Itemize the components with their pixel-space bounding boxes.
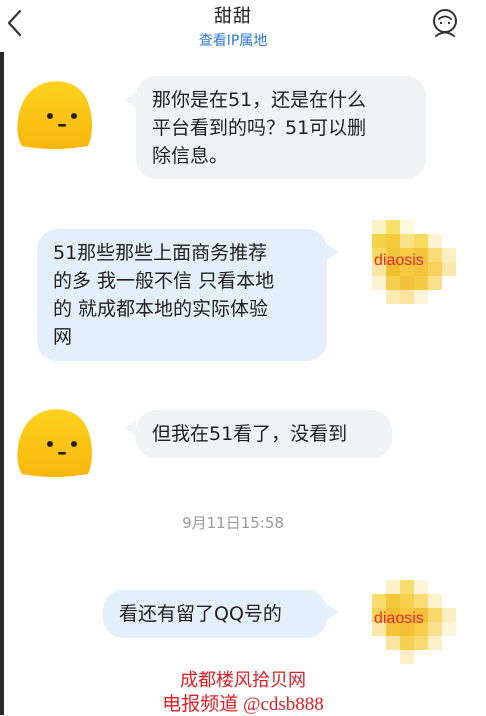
contact-name[interactable]: 甜甜 [0,2,466,28]
self-avatar-pixelated[interactable]: diaosis [372,580,456,664]
message-line: 看还有留了QQ号的 [119,603,282,625]
view-ip-location-link[interactable]: 查看IP属地 [0,30,466,50]
bubble-tail [327,244,339,260]
message-bubble-incoming[interactable]: 那你是在51，还是在什么 平台看到的吗？51可以删 除信息。 [136,76,426,179]
bubble-tail [124,92,136,108]
message-bubble-outgoing[interactable]: 看还有留了QQ号的 [103,590,327,638]
contact-avatar[interactable] [12,76,96,156]
self-avatar-pixelated[interactable]: diaosis [372,220,456,304]
bubble-tail [124,420,136,436]
chat-header: 甜甜 查看IP属地 [0,0,486,52]
message-line: 的多 我一般不信 只看本地 [53,270,275,292]
self-avatar-label: diaosis [374,252,424,269]
yellow-blob-face-icon [17,409,92,477]
message-line: 的 就成都本地的实际体验 [53,298,269,320]
message-line: 平台看到的吗？51可以删 [152,117,367,139]
message-bubble-incoming[interactable]: 但我在51看了，没看到 [136,410,392,458]
message-line: 除信息。 [152,145,229,167]
watermark-line-2: 电报频道 @cdsb888 [162,694,324,715]
profile-button[interactable] [430,8,460,40]
message-line: 51那些那些上面商务推荐 [53,242,268,264]
yellow-blob-face-icon [17,81,92,149]
message-line: 网 [53,326,73,348]
message-line: 但我在51看了，没看到 [152,423,348,445]
self-avatar-label: diaosis [374,610,424,627]
message-bubble-outgoing[interactable]: 51那些那些上面商务推荐 的多 我一般不信 只看本地 的 就成都本地的实际体验 … [37,229,327,361]
contact-avatar[interactable] [12,404,96,484]
bubble-tail [327,604,339,620]
message-line: 那你是在51，还是在什么 [152,89,367,111]
window-left-edge [0,0,4,715]
person-icon [433,9,457,37]
message-timestamp: 9月11日15:58 [182,514,284,532]
